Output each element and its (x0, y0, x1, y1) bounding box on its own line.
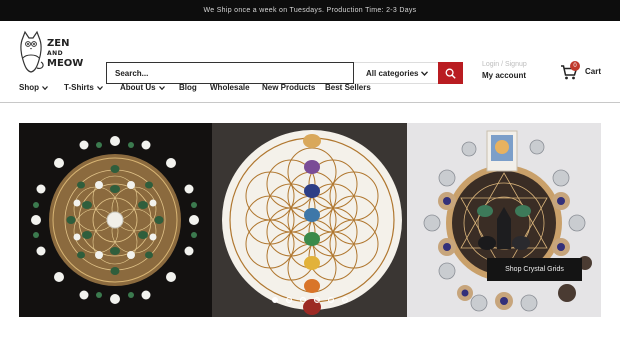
nav-item-about-us[interactable]: About Us (120, 83, 165, 92)
cart-label: Cart (585, 67, 602, 76)
nav-item-wholesale[interactable]: Wholesale (210, 83, 250, 92)
crystal-grid-with-card-image (407, 123, 601, 317)
slide-dot[interactable] (314, 297, 320, 303)
announcement-text: We Ship once a week on Tuesdays. Product… (203, 7, 417, 14)
site-header: ZEN AND MEOW Search... All categories Lo… (0, 21, 620, 84)
nav-item-new-products[interactable]: New Products (262, 83, 315, 92)
cta-label: Shop Crystal Grids (505, 266, 564, 273)
login-signup-link[interactable]: Login / Signup (482, 61, 527, 68)
store-logo[interactable]: ZEN AND MEOW (19, 30, 87, 74)
shop-crystal-grids-button[interactable]: Shop Crystal Grids (487, 258, 582, 281)
nav-item-label: T-Shirts (64, 83, 94, 92)
chevron-down-icon (96, 85, 103, 90)
hero-image-crystal-grid (407, 123, 601, 317)
nav-item-label: Blog (179, 83, 197, 92)
nav-item-label: About Us (120, 83, 156, 92)
account-link[interactable]: Login / Signup My account (482, 61, 527, 80)
logo-wordmark: ZEN AND MEOW (47, 39, 83, 69)
category-select-label: All categories (366, 68, 419, 78)
nav-item-label: Wholesale (210, 83, 250, 92)
nav-item-shop[interactable]: Shop (19, 83, 48, 92)
logo-line-1: ZEN (47, 38, 70, 49)
slide-dot[interactable] (286, 297, 292, 303)
hero-image-mandala (19, 123, 212, 317)
main-nav: Shop T-Shirts About Us Blog Wholesale Ne… (0, 79, 620, 103)
chevron-down-icon (158, 85, 165, 90)
hero-slideshow[interactable] (19, 123, 601, 317)
nav-item-blog[interactable]: Blog (179, 83, 197, 92)
cart-count-badge: 0 (570, 61, 580, 71)
nav-item-t-shirts[interactable]: T-Shirts (64, 83, 103, 92)
nav-item-label: Shop (19, 83, 39, 92)
search-icon (445, 68, 456, 79)
slide-dot[interactable] (328, 297, 334, 303)
nav-item-label: New Products (262, 83, 316, 92)
crystal-mandala-image (19, 123, 212, 317)
slideshow-pagination (272, 297, 348, 303)
slide-dot[interactable] (272, 297, 278, 303)
chevron-down-icon (421, 70, 428, 76)
nav-item-label: Best Sellers (325, 83, 371, 92)
chevron-down-icon (42, 85, 48, 90)
hero-image-flower-of-life (212, 123, 407, 317)
slide-dot[interactable] (300, 297, 306, 303)
chakra-grid-image (212, 123, 407, 317)
logo-line-3: MEOW (47, 58, 84, 69)
slide-dot[interactable] (342, 297, 348, 303)
nav-item-best-sellers[interactable]: Best Sellers (325, 83, 371, 92)
announcement-bar: We Ship once a week on Tuesdays. Product… (0, 0, 620, 21)
search-placeholder: Search... (115, 68, 149, 78)
